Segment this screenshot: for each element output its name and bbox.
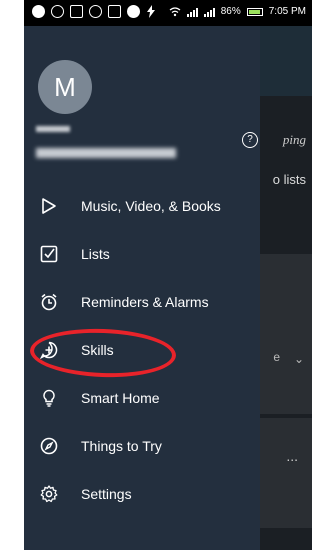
notification-icons <box>32 5 156 18</box>
menu-item-lists[interactable]: Lists <box>24 234 260 274</box>
menu-item-things-to-try[interactable]: Things to Try <box>24 426 260 466</box>
message-icon <box>32 5 45 18</box>
help-icon[interactable]: ? <box>242 132 258 148</box>
wifi-icon <box>169 6 181 16</box>
redacted-email <box>36 148 176 158</box>
menu-item-label: Lists <box>81 246 110 262</box>
lightbulb-icon <box>43 389 55 407</box>
redacted-name <box>36 126 70 132</box>
background-card <box>260 254 312 414</box>
avatar[interactable]: M <box>38 60 92 114</box>
record-icon <box>127 5 140 18</box>
menu-item-settings[interactable]: Settings <box>24 474 260 514</box>
alarm-icon <box>41 293 57 311</box>
play-icon <box>42 198 56 214</box>
menu-item-music-video-books[interactable]: Music, Video, & Books <box>24 186 260 226</box>
compass-icon <box>40 437 58 455</box>
status-bar: 86% 7:05 PM <box>24 0 312 26</box>
target-icon <box>51 5 64 18</box>
menu-item-label: Settings <box>81 486 132 502</box>
background-lists-text: o lists <box>272 172 306 187</box>
phone-screen: 86% 7:05 PM ping o lists e ⌄ ... M ? Mus… <box>24 0 312 550</box>
checkbox-icon <box>40 245 58 263</box>
menu-item-smart-home[interactable]: Smart Home <box>24 378 260 418</box>
gear-icon <box>40 485 58 503</box>
menu-item-reminders-alarms[interactable]: Reminders & Alarms <box>24 282 260 322</box>
battery-icon <box>246 7 263 16</box>
clock: 7:05 PM <box>268 6 306 17</box>
background-text: ping <box>282 132 306 147</box>
menu-item-label: Things to Try <box>81 438 162 454</box>
background-dots: ... <box>286 448 298 464</box>
menu-item-label: Smart Home <box>81 390 160 406</box>
signal-icon <box>186 7 198 17</box>
mail-icon-2 <box>108 5 121 18</box>
background-letter: e <box>273 350 280 364</box>
bolt-icon <box>146 5 156 18</box>
chevron-down-icon: ⌄ <box>293 352 304 366</box>
status-right: 86% 7:05 PM <box>169 6 306 17</box>
info-icon <box>89 5 102 18</box>
navigation-drawer: M ? Music, Video, & Books Lists Reminder… <box>24 26 260 550</box>
menu-item-label: Music, Video, & Books <box>81 198 221 214</box>
signal-icon-2 <box>203 7 215 17</box>
menu-item-label: Reminders & Alarms <box>81 294 209 310</box>
background-card-2 <box>260 418 312 528</box>
mail-icon <box>70 5 83 18</box>
battery-percent: 86% <box>220 6 241 17</box>
